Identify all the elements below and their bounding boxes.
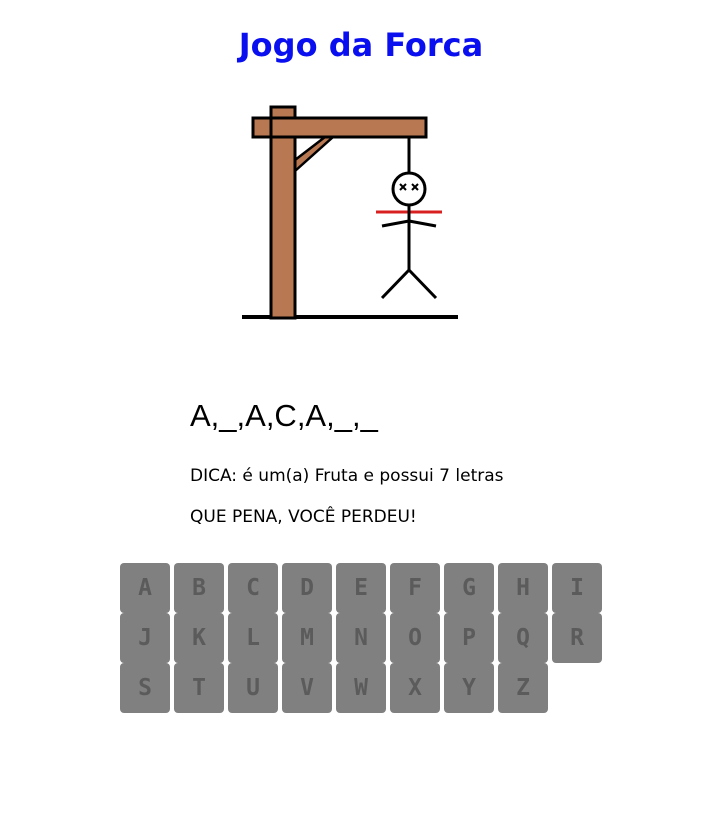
letter-key-o[interactable]: O bbox=[390, 613, 440, 663]
letter-key-p[interactable]: P bbox=[444, 613, 494, 663]
letter-key-u[interactable]: U bbox=[228, 663, 278, 713]
hangman-left-arm bbox=[381, 219, 410, 228]
letter-key-s[interactable]: S bbox=[120, 663, 170, 713]
letter-key-n[interactable]: N bbox=[336, 613, 386, 663]
gallows-brace bbox=[293, 135, 337, 174]
letter-key-y[interactable]: Y bbox=[444, 663, 494, 713]
letter-key-q[interactable]: Q bbox=[498, 613, 548, 663]
letter-key-v[interactable]: V bbox=[282, 663, 332, 713]
hangman-page: Jogo da Forca A,_,A,C,A,_,_ DICA: é um(a… bbox=[0, 0, 704, 816]
letter-key-c[interactable]: C bbox=[228, 563, 278, 613]
letter-key-i[interactable]: I bbox=[552, 563, 602, 613]
letter-key-k[interactable]: K bbox=[174, 613, 224, 663]
letter-key-b[interactable]: B bbox=[174, 563, 224, 613]
hint-text: DICA: é um(a) Fruta e possui 7 letras bbox=[190, 466, 504, 486]
letter-key-j[interactable]: J bbox=[120, 613, 170, 663]
letter-key-w[interactable]: W bbox=[336, 663, 386, 713]
letter-key-t[interactable]: T bbox=[174, 663, 224, 713]
letter-key-z[interactable]: Z bbox=[498, 663, 548, 713]
letter-key-h[interactable]: H bbox=[498, 563, 548, 613]
word-display: A,_,A,C,A,_,_ bbox=[190, 398, 378, 433]
letter-key-d[interactable]: D bbox=[282, 563, 332, 613]
letter-key-r[interactable]: R bbox=[552, 613, 602, 663]
page-title: Jogo da Forca bbox=[238, 26, 484, 64]
letter-key-l[interactable]: L bbox=[228, 613, 278, 663]
letter-key-m[interactable]: M bbox=[282, 613, 332, 663]
letter-key-g[interactable]: G bbox=[444, 563, 494, 613]
hangman-right-arm bbox=[408, 219, 437, 228]
result-message: QUE PENA, VOCÊ PERDEU! bbox=[190, 507, 417, 527]
hangman-head bbox=[391, 171, 427, 207]
letter-key-e[interactable]: E bbox=[336, 563, 386, 613]
hangman-right-leg bbox=[407, 268, 438, 300]
hangman-left-leg bbox=[380, 268, 411, 300]
letter-key-f[interactable]: F bbox=[390, 563, 440, 613]
letter-key-a[interactable]: A bbox=[120, 563, 170, 613]
hangman-drawing bbox=[242, 105, 458, 320]
letter-key-x[interactable]: X bbox=[390, 663, 440, 713]
